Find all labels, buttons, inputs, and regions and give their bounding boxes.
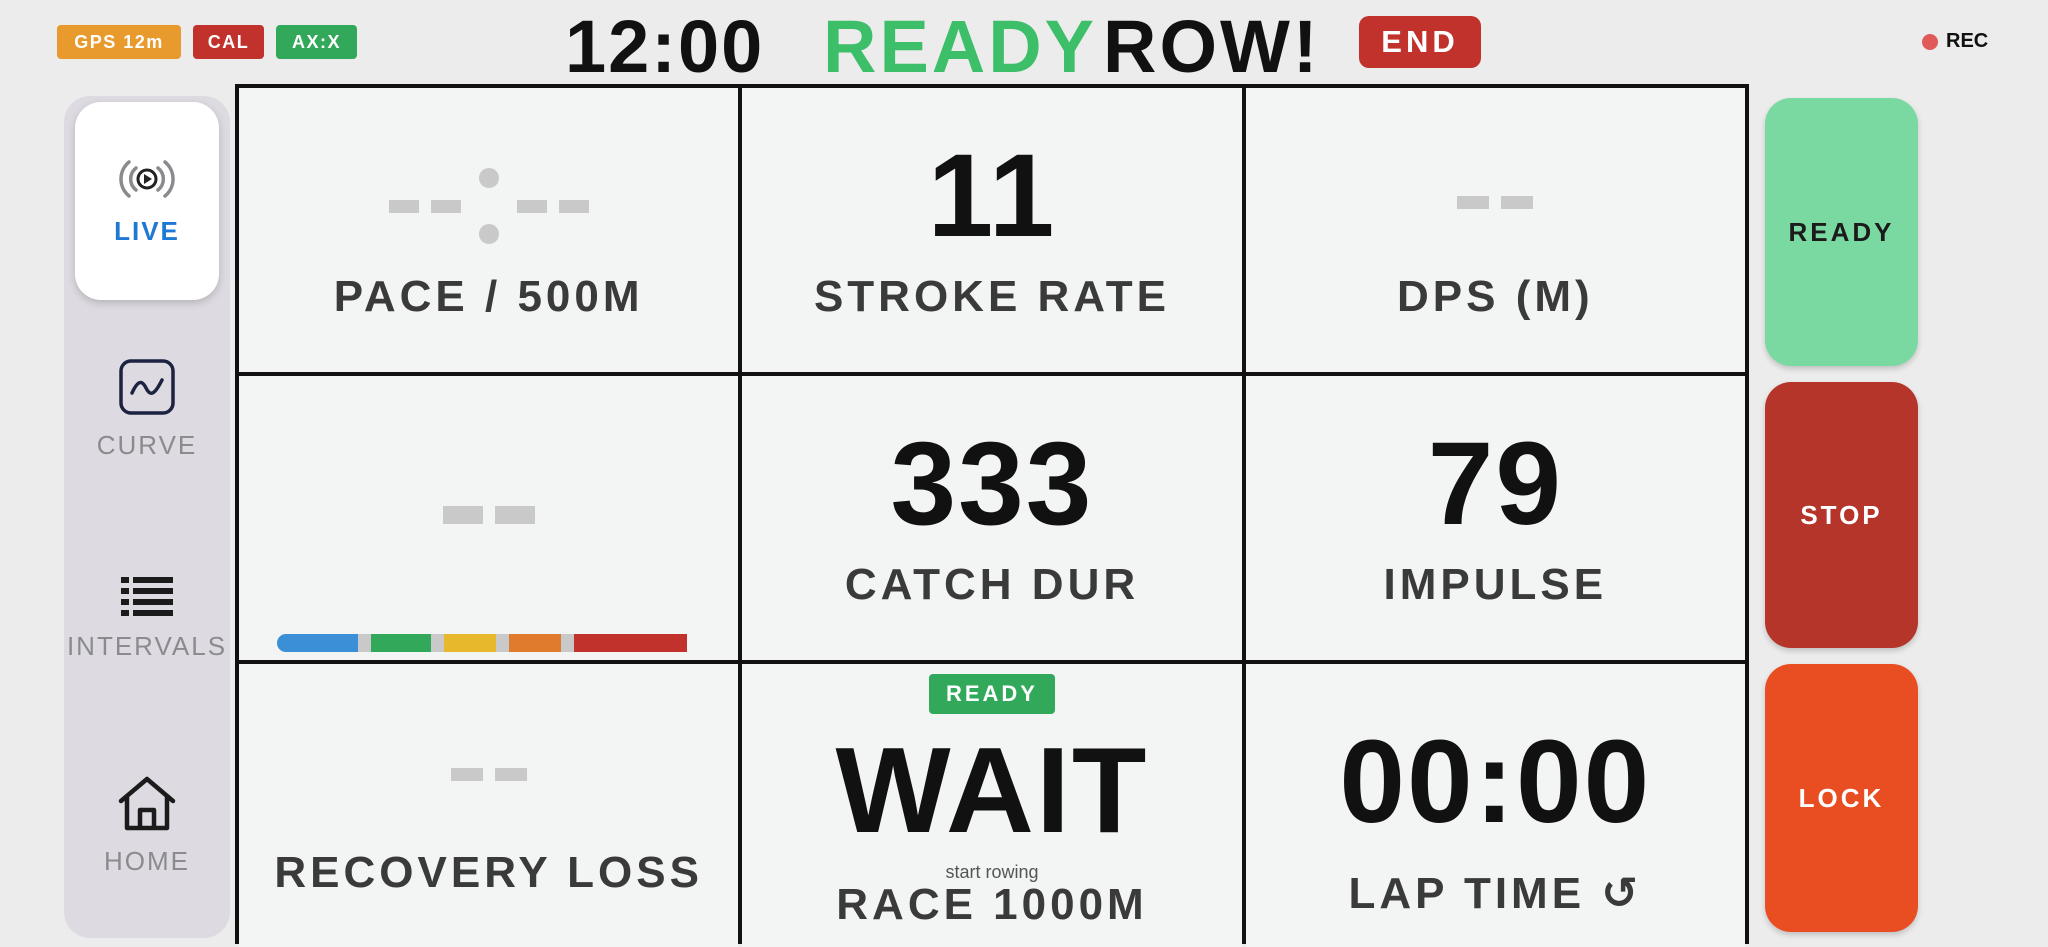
session-status: READY — [823, 5, 1098, 88]
recording-indicator: REC — [1922, 30, 1988, 53]
lock-button[interactable]: LOCK — [1765, 664, 1918, 932]
impulse-value: 79 — [1427, 418, 1563, 550]
nav-item-live[interactable]: LIVE — [75, 102, 219, 300]
tile-catch-dur[interactable]: 333 CATCH DUR — [742, 376, 1242, 660]
stroke-rate-value: 11 — [927, 130, 1057, 262]
tile-lap-time[interactable]: 00:00 LAP TIME ↺ — [1245, 664, 1745, 947]
tile-stroke-rate[interactable]: 11 STROKE RATE — [742, 88, 1242, 372]
zone-segment-red — [574, 634, 687, 652]
stroke-rate-label: STROKE RATE — [813, 272, 1171, 321]
nav-label-curve: CURVE — [96, 429, 198, 460]
zone-color-bar — [277, 634, 697, 652]
cal-chip: CAL — [193, 25, 264, 59]
end-button[interactable]: END — [1359, 16, 1481, 68]
tile-race[interactable]: READY WAIT start rowing RACE 1000M — [742, 664, 1242, 947]
record-dot-icon — [1922, 33, 1938, 50]
nav-item-home[interactable]: HOME — [75, 726, 219, 924]
catch-dur-label: CATCH DUR — [844, 560, 1140, 609]
session-title: ROW! — [1103, 5, 1321, 88]
tile-dps[interactable]: -- DPS (M) — [1245, 88, 1745, 372]
dps-value: -- — [1246, 196, 1745, 209]
tile-recovery-loss[interactable]: -- RECOVERY LOSS — [239, 664, 739, 947]
zone-segment-blue — [277, 634, 358, 652]
live-broadcast-icon — [117, 156, 177, 202]
race-label: RACE 1000M — [836, 880, 1148, 929]
dps-label: DPS (M) — [1397, 272, 1594, 321]
stop-button[interactable]: STOP — [1765, 382, 1918, 648]
recovery-loss-label: RECOVERY LOSS — [274, 848, 703, 897]
lap-time-label: LAP TIME ↺ — [1348, 869, 1643, 918]
impulse-label: IMPULSE — [1383, 560, 1608, 609]
pace-label: PACE / 500M — [333, 272, 644, 321]
pace-value: --:-- — [239, 168, 738, 244]
rec-label: REC — [1946, 30, 1989, 52]
ready-button[interactable]: READY — [1765, 98, 1918, 366]
catch-dur-value: 333 — [890, 418, 1094, 550]
recovery-loss-value: -- — [239, 768, 738, 781]
zone-segment-yellow — [444, 634, 496, 652]
nav-item-intervals[interactable]: INTERVALS — [67, 518, 225, 716]
zone-value: -- — [239, 506, 738, 524]
side-nav: LIVE CURVE INTERVALS HOME — [64, 96, 230, 938]
tile-zone[interactable]: -- — [239, 376, 739, 660]
race-ready-badge: READY — [928, 674, 1055, 714]
gps-chip: GPS 12m — [57, 25, 181, 59]
session-clock: 12:00 — [565, 5, 765, 88]
race-state-value: WAIT — [835, 722, 1149, 858]
nav-label-home: HOME — [104, 845, 190, 876]
zone-segment-green — [371, 634, 431, 652]
nav-label-intervals: INTERVALS — [66, 630, 228, 661]
lap-time-value: 00:00 — [1339, 716, 1652, 848]
tile-pace[interactable]: --:-- PACE / 500M — [239, 88, 739, 372]
nav-item-curve[interactable]: CURVE — [75, 310, 219, 508]
nav-label-live: LIVE — [114, 215, 180, 246]
curve-chart-icon — [118, 358, 176, 416]
zone-segment-orange — [509, 634, 561, 652]
tile-impulse[interactable]: 79 IMPULSE — [1245, 376, 1745, 660]
list-icon — [119, 573, 175, 617]
home-icon — [116, 774, 178, 832]
axis-chip: AX:X — [276, 25, 357, 59]
metrics-grid: --:-- PACE / 500M 11 STROKE RATE -- DPS … — [235, 84, 1749, 947]
